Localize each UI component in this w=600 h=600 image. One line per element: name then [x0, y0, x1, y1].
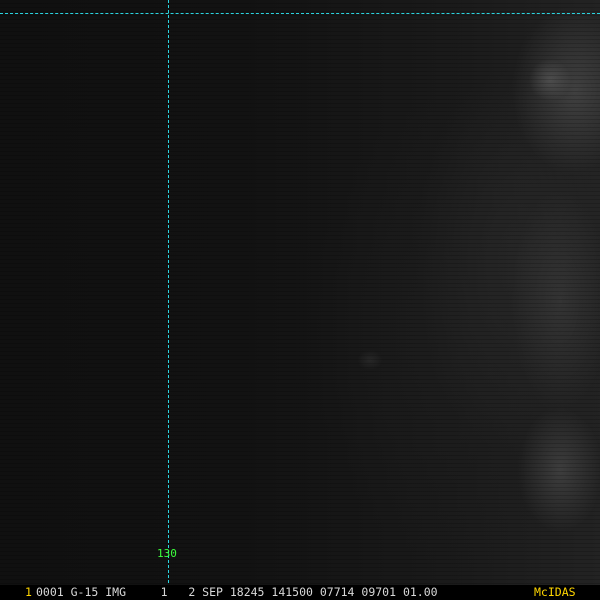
latitude-grid-line — [0, 13, 600, 14]
frame-number: 1 — [25, 585, 32, 599]
app-name-label: McIDAS — [534, 585, 576, 599]
image-info-text: 0001 G-15 IMG 1 2 SEP 18245 141500 07714… — [36, 585, 438, 599]
longitude-label: 130 — [157, 547, 177, 560]
satellite-image — [0, 0, 600, 600]
status-bar: 1 0001 G-15 IMG 1 2 SEP 18245 141500 077… — [0, 585, 600, 600]
image-frame: 130 1 0001 G-15 IMG 1 2 SEP 18245 141500… — [0, 0, 600, 600]
longitude-grid-line — [168, 0, 169, 583]
